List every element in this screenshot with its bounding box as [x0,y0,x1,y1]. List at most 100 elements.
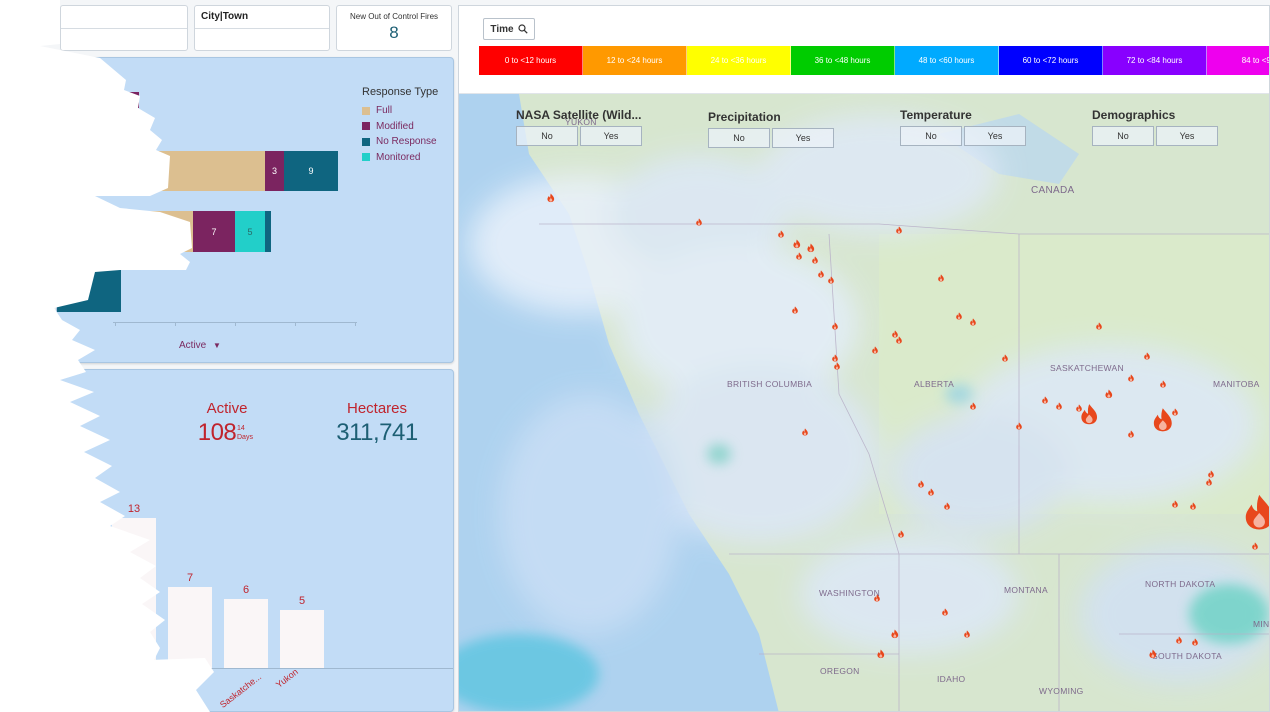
bar-segment-modified[interactable]: 3 [265,151,284,191]
legend-separator [459,78,1269,94]
layer-no-button[interactable]: No [516,126,578,146]
fire-icon[interactable] [792,239,802,249]
sort-dropdown[interactable]: Active ▼ [179,340,221,351]
time-legend-cell[interactable]: 0 to <12 hours [479,46,583,75]
fire-icon[interactable] [833,362,841,370]
fire-icon[interactable] [1127,430,1135,438]
fire-icon[interactable] [969,318,977,326]
fire-icon[interactable] [876,649,886,659]
legend-item-no-response[interactable]: No Response [362,134,438,150]
fire-icon[interactable] [955,312,963,320]
fire-icon[interactable] [1095,322,1103,330]
fire-icon[interactable] [1143,352,1151,360]
fire-icon[interactable] [941,608,949,616]
fire-icon[interactable] [546,193,556,203]
fire-icon[interactable] [1075,404,1083,412]
time-legend-cell[interactable]: 60 to <72 hours [999,46,1103,75]
time-legend: 0 to <12 hours 12 to <24 hours 24 to <36 h… [479,46,1269,75]
fire-icon[interactable] [969,402,977,410]
fire-icon[interactable] [817,270,825,278]
bar-segment-full[interactable] [147,211,193,252]
fire-icon[interactable] [1251,542,1259,550]
fire-icon[interactable] [1041,396,1049,404]
bar-segment-full[interactable] [157,151,265,191]
map-label-canada: CANADA [1031,185,1075,196]
time-legend-cell[interactable]: 72 to <84 hours [1103,46,1207,75]
fire-icon[interactable] [963,630,971,638]
active-label: Active [206,400,248,417]
filter-province[interactable] [60,5,188,51]
layer-title: Demographics [1092,108,1176,122]
fire-icon[interactable] [1171,500,1179,508]
fire-icon[interactable] [831,354,839,362]
time-legend-cell[interactable]: 12 to <24 hours [583,46,687,75]
fire-icon[interactable] [1104,389,1114,399]
province-bar[interactable] [168,587,212,668]
fire-icon[interactable] [873,594,881,602]
layer-yes-button[interactable]: Yes [964,126,1026,146]
fire-icon[interactable] [1159,380,1167,388]
fire-icon[interactable] [1015,422,1023,430]
layer-no-button[interactable]: No [1092,126,1154,146]
fire-icon[interactable] [827,276,835,284]
legend-item-full[interactable]: Full [362,103,438,119]
layer-yes-button[interactable]: Yes [1156,126,1218,146]
province-bar[interactable] [112,518,156,668]
map-label-north-dakota: NORTH DAKOTA [1145,579,1216,589]
layer-yes-button[interactable]: Yes [772,128,834,148]
fire-icon[interactable] [1055,402,1063,410]
layer-yes-button[interactable]: Yes [580,126,642,146]
fire-icon[interactable] [943,502,951,510]
fire-icon[interactable] [1148,649,1158,659]
bar-segment-no-response[interactable] [265,211,271,252]
fire-icon[interactable] [695,218,703,226]
layer-no-button[interactable]: No [708,128,770,148]
time-legend-cell[interactable]: 48 to <60 hours [895,46,999,75]
fire-icon[interactable] [871,346,879,354]
fire-icon[interactable] [1175,636,1183,644]
fire-icon[interactable] [806,243,816,253]
province-bar[interactable] [224,599,268,668]
fire-icon[interactable] [1205,478,1213,486]
fire-icon[interactable] [791,306,799,314]
fire-icon[interactable] [1240,493,1270,531]
province-bar[interactable] [280,610,324,668]
fire-icon[interactable] [917,480,925,488]
fire-icon[interactable] [1001,354,1009,362]
time-legend-cell[interactable]: 84 to <96 [1207,46,1269,75]
fire-icon[interactable] [895,226,903,234]
filter-city-town[interactable]: City|Town [194,5,330,51]
fire-icon[interactable] [831,322,839,330]
bar-segment-no-response[interactable]: 9 [284,151,338,191]
fire-icon[interactable] [811,256,819,264]
fire-map[interactable]: NASA Satellite (Wild... No Yes Precipitat… [459,94,1270,711]
fire-icon[interactable] [890,629,900,639]
fire-icon[interactable] [895,336,903,344]
x-axis [113,668,453,669]
time-filter-button[interactable]: Time [483,18,535,40]
bar-segment-monitored[interactable]: 5 [235,211,265,252]
layer-no-button[interactable]: No [900,126,962,146]
fire-icon[interactable] [1191,638,1199,646]
bar-segment-no-response[interactable] [57,270,121,312]
fire-icon[interactable] [937,274,945,282]
fire-icon[interactable] [795,252,803,260]
legend-item-modified[interactable]: Modified [362,119,438,135]
map-label-saskatchewan: SASKATCHEWAN [1050,363,1124,373]
legend-item-monitored[interactable]: Monitored [362,150,438,166]
fire-icon[interactable] [1127,374,1135,382]
bar-segment-modified[interactable] [117,92,139,108]
fire-icon[interactable] [897,530,905,538]
map-label-washington: WASHINGTON [819,588,881,598]
time-legend-cell[interactable]: 24 to <36 hours [687,46,791,75]
time-legend-cell[interactable]: 36 to <48 hours [791,46,895,75]
days-label: Days [237,434,253,441]
fire-icon[interactable] [927,488,935,496]
fire-icon[interactable] [801,428,809,436]
filter-divider [61,28,187,29]
fire-icon[interactable] [777,230,785,238]
fire-icon[interactable] [1171,408,1179,416]
bar-segment-modified[interactable]: 7 [193,211,235,252]
fire-icon[interactable] [1207,470,1215,478]
fire-icon[interactable] [1189,502,1197,510]
